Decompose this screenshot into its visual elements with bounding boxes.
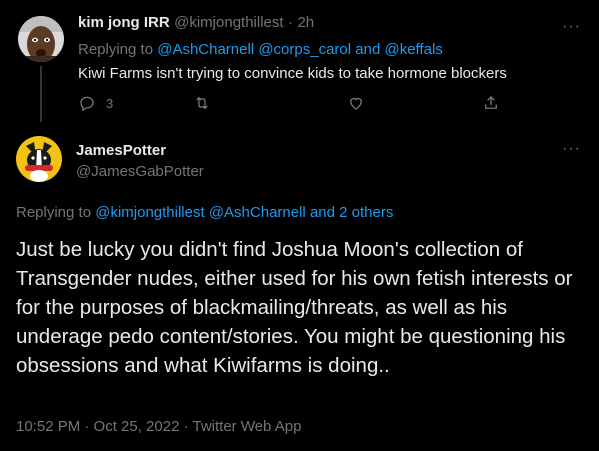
avatar[interactable] — [18, 16, 64, 62]
retweet-button[interactable] — [193, 94, 211, 112]
replying-to: Replying to @AshCharnell @corps_carol an… — [78, 41, 443, 58]
profile-photo-man-icon — [18, 16, 64, 62]
thread-connector-line — [40, 66, 42, 122]
replying-to-label: Replying to — [16, 204, 92, 221]
more-options-icon[interactable]: ··· — [562, 141, 581, 157]
mention-link[interactable]: @kimjongthillest — [95, 204, 204, 221]
tweet-text: Just be lucky you didn't find Joshua Moo… — [16, 238, 573, 377]
reply-count: 3 — [106, 95, 114, 111]
tweet-timestamp[interactable]: 10:52 PM · Oct 25, 2022 · Twitter Web Ap… — [16, 418, 301, 435]
replying-and: and — [355, 41, 381, 58]
tweet-parent[interactable]: kim jong IRR @kimjongthillest · 2h ··· R… — [0, 0, 599, 122]
mention-link[interactable]: @AshCharnell — [209, 204, 306, 221]
retweet-icon — [196, 96, 208, 110]
separator: · — [288, 14, 294, 31]
handle[interactable]: @kimjongthillest — [174, 14, 283, 31]
tweet-header: kim jong IRR @kimjongthillest · 2h — [78, 14, 314, 32]
display-name[interactable]: JamesPotter — [76, 142, 166, 159]
reply-button[interactable]: 3 — [78, 94, 113, 112]
reply-icon — [80, 96, 94, 112]
heart-icon — [350, 97, 362, 110]
replying-to: Replying to @kimjongthillest @AshCharnel… — [16, 204, 393, 221]
more-options-icon[interactable]: ··· — [562, 19, 581, 35]
share-button[interactable] — [482, 94, 500, 112]
mention-link[interactable]: @AshCharnell — [157, 41, 254, 58]
timestamp-relative[interactable]: 2h — [297, 14, 314, 31]
handle[interactable]: @JamesGabPotter — [76, 163, 204, 180]
others-link[interactable]: and 2 others — [310, 204, 393, 221]
profile-photo-dog-icon — [16, 136, 62, 182]
display-name[interactable]: kim jong IRR — [78, 14, 170, 31]
share-icon — [485, 96, 497, 109]
avatar[interactable] — [16, 136, 62, 182]
mention-link[interactable]: @corps_carol — [258, 41, 351, 58]
mention-link[interactable]: @keffals — [384, 41, 442, 58]
replying-to-label: Replying to — [78, 41, 154, 58]
tweet-main: JamesPotter @JamesGabPotter ··· Replying… — [0, 122, 599, 451]
like-button[interactable] — [347, 94, 365, 112]
tweet-text: Kiwi Farms isn't trying to convince kids… — [78, 65, 507, 82]
